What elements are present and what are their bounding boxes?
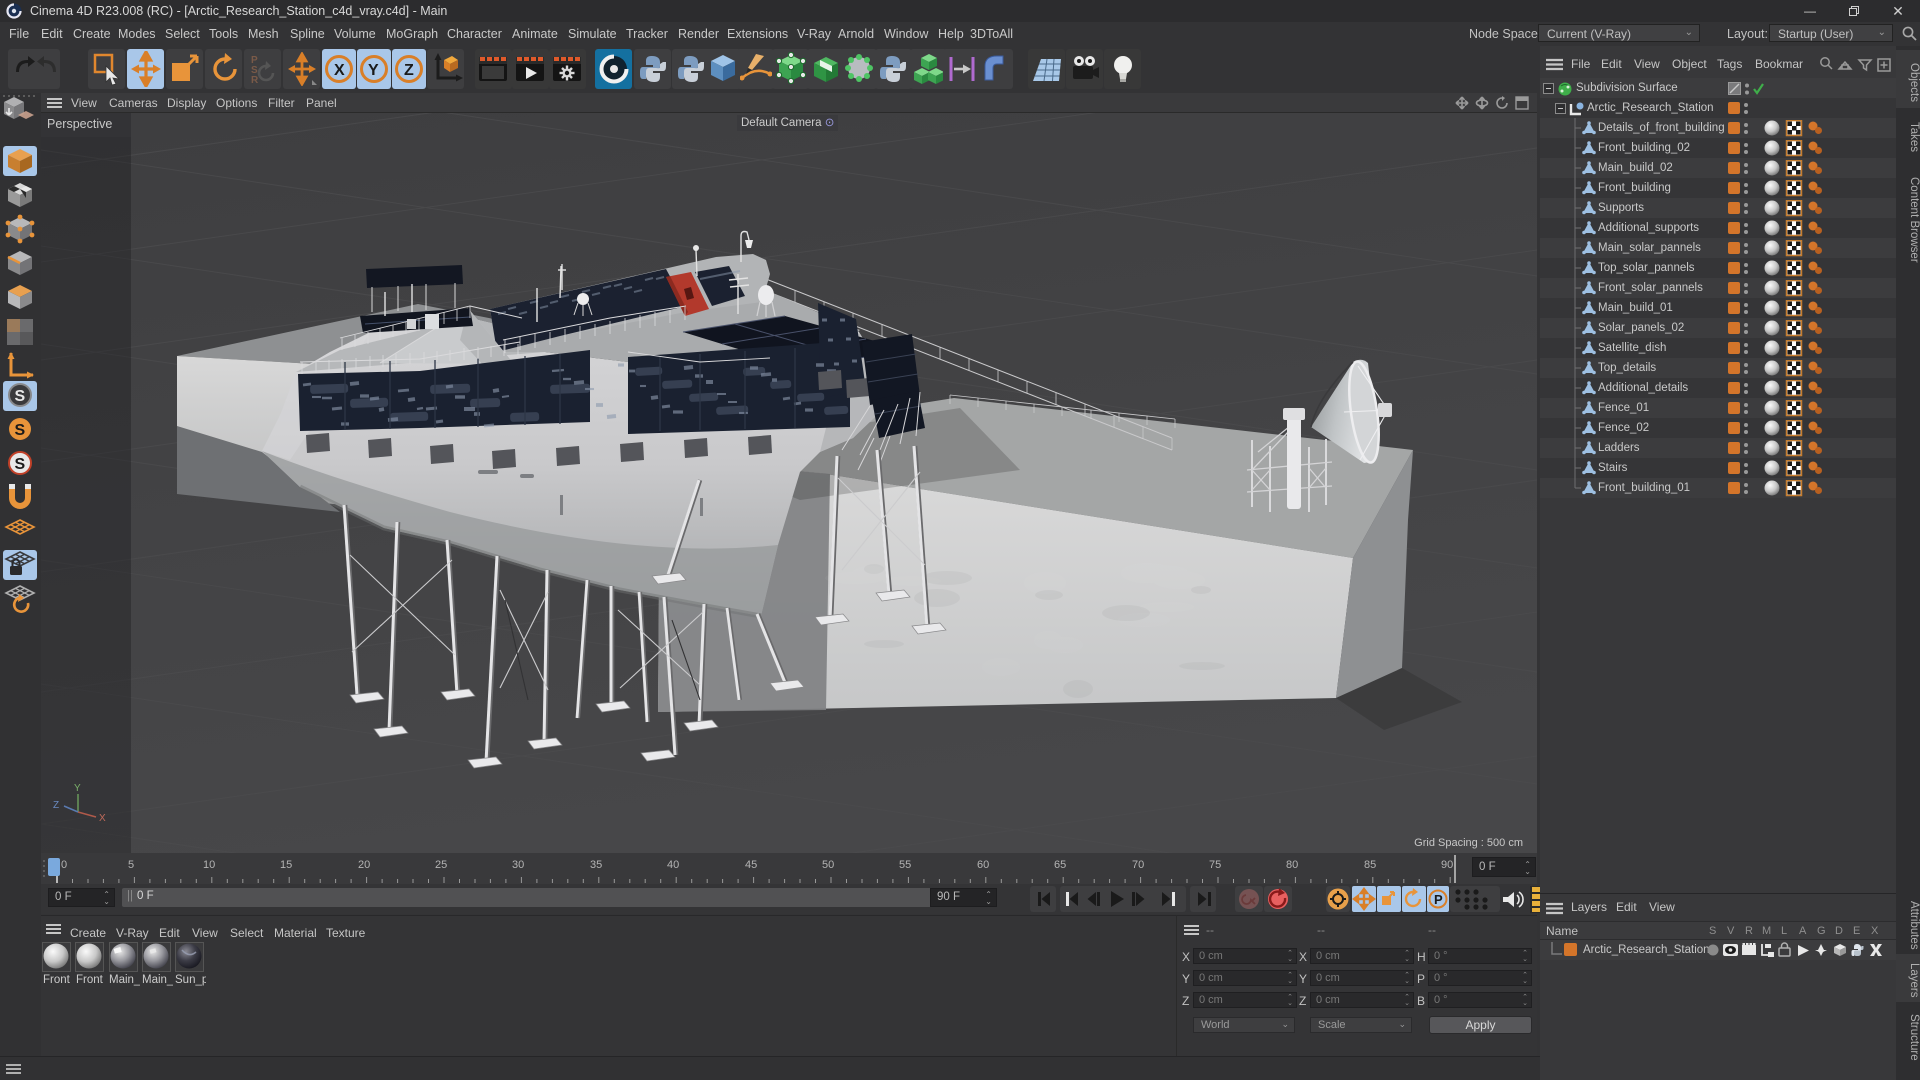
svg-text:X: X [99,813,106,824]
svg-text:S: S [15,456,26,473]
svg-text:R: R [251,75,259,86]
svg-text:P: P [1434,892,1443,907]
svg-text:Y: Y [74,783,81,794]
svg-text:Z: Z [404,62,414,79]
svg-text:X: X [334,62,345,79]
svg-text:S: S [15,388,26,405]
svg-text:Y: Y [368,62,379,79]
svg-text:S: S [15,422,26,439]
svg-text:Z: Z [53,800,59,811]
